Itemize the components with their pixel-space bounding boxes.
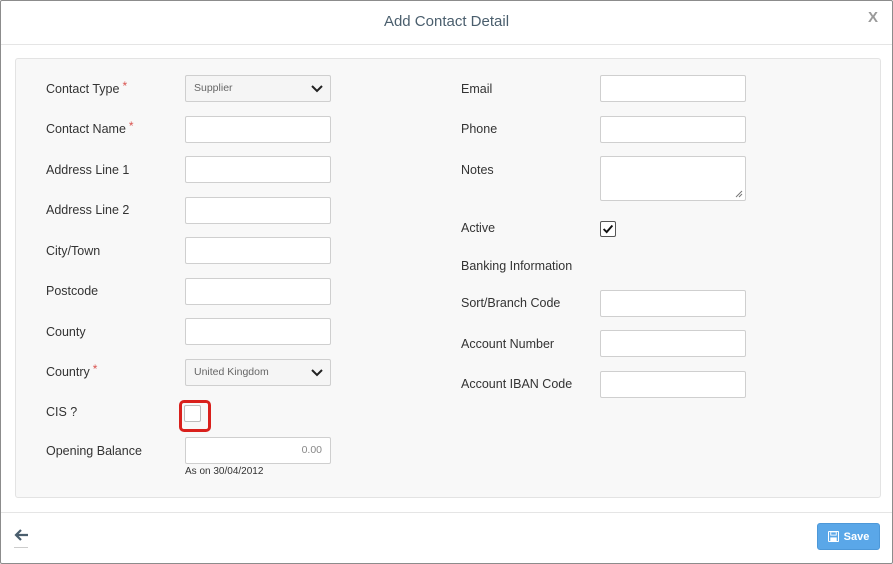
account-number-input[interactable] <box>600 330 746 357</box>
required-mark: * <box>122 79 128 93</box>
opening-balance-input[interactable]: 0.00 <box>185 437 331 464</box>
postcode-input[interactable] <box>185 278 331 305</box>
modal-header: Add Contact Detail X <box>1 1 892 45</box>
divider <box>14 547 28 548</box>
contact-type-value: Supplier <box>194 82 233 94</box>
close-button[interactable]: X <box>868 9 878 26</box>
contact-name-input[interactable] <box>185 116 331 143</box>
address-line-1-label: Address Line 1 <box>46 163 130 177</box>
address-line-1-input[interactable] <box>185 156 331 183</box>
email-input[interactable] <box>600 75 746 102</box>
required-mark: * <box>92 362 98 376</box>
county-input[interactable] <box>185 318 331 345</box>
cis-checkbox[interactable] <box>184 405 201 422</box>
contact-type-label: Contact Type * <box>46 79 128 96</box>
opening-balance-label: Opening Balance <box>46 444 142 458</box>
contact-name-label: Contact Name * <box>46 119 134 136</box>
active-label: Active <box>461 221 496 235</box>
contact-type-label-text: Contact Type <box>46 82 120 96</box>
active-checkbox[interactable] <box>600 221 616 237</box>
country-label: Country * <box>46 362 98 379</box>
cis-label: CIS ? <box>46 405 78 419</box>
add-contact-modal: Add Contact Detail X Contact Type * Suppl… <box>0 0 893 564</box>
postcode-label: Postcode <box>46 284 99 298</box>
country-select[interactable]: United Kingdom <box>185 359 331 386</box>
sort-code-input[interactable] <box>600 290 746 317</box>
resize-grip-icon[interactable] <box>735 190 743 198</box>
chevron-down-icon <box>311 85 323 93</box>
save-button[interactable]: Save <box>817 523 880 550</box>
account-iban-label: Account IBAN Code <box>461 377 573 391</box>
arrow-left-icon[interactable] <box>14 528 30 542</box>
county-label: County <box>46 325 86 339</box>
city-input[interactable] <box>185 237 331 264</box>
contact-name-label-text: Contact Name <box>46 122 126 136</box>
contact-form: Contact Type * Supplier Contact Name * Add… <box>15 58 881 498</box>
opening-balance-date-hint: As on 30/04/2012 <box>185 466 264 477</box>
modal-footer: Save <box>1 512 892 564</box>
account-number-label: Account Number <box>461 337 555 351</box>
address-line-2-input[interactable] <box>185 197 331 224</box>
sort-code-label: Sort/Branch Code <box>461 296 561 310</box>
checkmark-icon <box>602 224 614 234</box>
contact-type-select[interactable]: Supplier <box>185 75 331 102</box>
country-value: United Kingdom <box>194 366 269 378</box>
account-iban-input[interactable] <box>600 371 746 398</box>
required-mark: * <box>128 119 134 133</box>
city-label: City/Town <box>46 244 101 258</box>
chevron-down-icon <box>311 369 323 377</box>
country-label-text: Country <box>46 365 90 379</box>
email-label: Email <box>461 82 493 96</box>
phone-label: Phone <box>461 122 498 136</box>
notes-label: Notes <box>461 163 494 177</box>
modal-title: Add Contact Detail <box>383 13 510 30</box>
floppy-disk-icon <box>827 531 839 542</box>
address-line-2-label: Address Line 2 <box>46 203 130 217</box>
phone-input[interactable] <box>600 116 746 143</box>
notes-textarea[interactable] <box>600 156 746 201</box>
save-label: Save <box>843 530 870 543</box>
banking-information-heading: Banking Information <box>461 259 573 273</box>
